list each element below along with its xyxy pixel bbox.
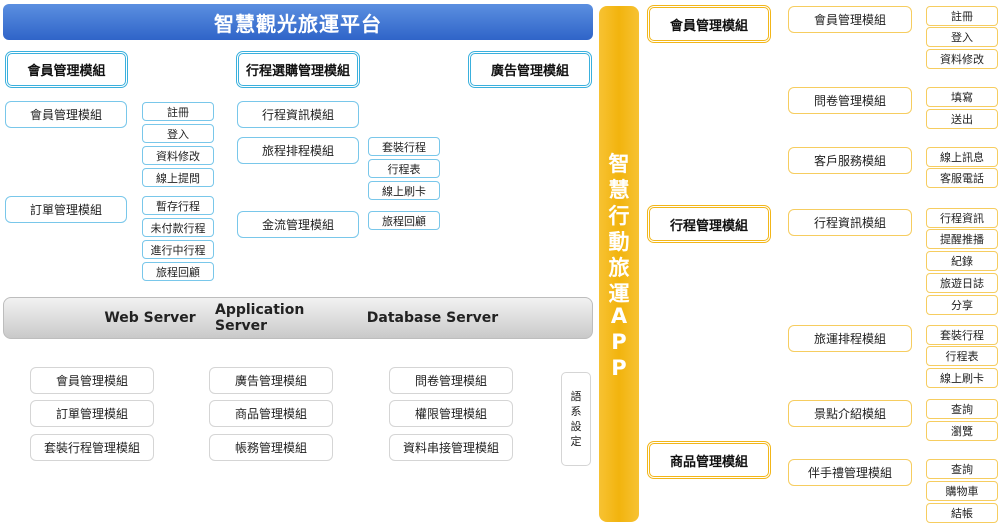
- app-gift-module[interactable]: 伴手禮管理模組: [788, 459, 912, 486]
- language-char: 語: [570, 390, 582, 403]
- app-gift-item-cart[interactable]: 購物車: [926, 481, 998, 501]
- app-attraction-module[interactable]: 景點介紹模組: [788, 400, 912, 427]
- platform-title: 智慧觀光旅運平台: [3, 4, 593, 40]
- payment-item-trip-review[interactable]: 旅程回顧: [368, 211, 440, 230]
- backend-data-integration-module[interactable]: 資料串接管理模組: [389, 434, 513, 461]
- schedule-item-online-payment[interactable]: 線上刷卡: [368, 181, 440, 200]
- member-item-register[interactable]: 註冊: [142, 102, 214, 121]
- header-trip-purchase-module[interactable]: 行程選購管理模組: [236, 51, 360, 88]
- header-ad-module[interactable]: 廣告管理模組: [468, 51, 592, 88]
- member-item-edit-profile[interactable]: 資料修改: [142, 146, 214, 165]
- app-member-item-register[interactable]: 註冊: [926, 6, 998, 26]
- order-item-saved-trip[interactable]: 暫存行程: [142, 196, 214, 215]
- app-trip-info-item-share[interactable]: 分享: [926, 295, 998, 315]
- backend-survey-module[interactable]: 問卷管理模組: [389, 367, 513, 394]
- trip-schedule-module[interactable]: 旅程排程模組: [237, 137, 359, 164]
- app-trip-info-item-journal[interactable]: 旅遊日誌: [926, 273, 998, 293]
- database-server-label: Database Server: [366, 310, 499, 326]
- app-survey-item-fill[interactable]: 填寫: [926, 87, 998, 107]
- app-schedule-item-package-tour[interactable]: 套裝行程: [926, 325, 998, 345]
- application-server-label: Application Server: [215, 302, 305, 334]
- trip-info-module[interactable]: 行程資訊模組: [237, 101, 359, 128]
- app-schedule-module[interactable]: 旅運排程模組: [788, 325, 912, 352]
- member-item-login[interactable]: 登入: [142, 124, 214, 143]
- backend-order-module[interactable]: 訂單管理模組: [30, 400, 154, 427]
- app-survey-module[interactable]: 問卷管理模組: [788, 87, 912, 114]
- language-setting-module[interactable]: 語 系 設 定: [561, 372, 591, 466]
- app-member-module[interactable]: 會員管理模組: [788, 6, 912, 33]
- backend-accounting-module[interactable]: 帳務管理模組: [209, 434, 333, 461]
- app-survey-item-submit[interactable]: 送出: [926, 109, 998, 129]
- backend-member-module[interactable]: 會員管理模組: [30, 367, 154, 394]
- app-trip-info-item-push[interactable]: 提醒推播: [926, 229, 998, 249]
- schedule-item-package-tour[interactable]: 套裝行程: [368, 137, 440, 156]
- web-server-label: Web Server: [104, 310, 196, 326]
- app-schedule-item-online-payment[interactable]: 線上刷卡: [926, 368, 998, 388]
- app-gift-item-search[interactable]: 查詢: [926, 459, 998, 479]
- app-attraction-item-search[interactable]: 查詢: [926, 399, 998, 419]
- member-management-module[interactable]: 會員管理模組: [5, 101, 127, 128]
- app-trip-info-item-record[interactable]: 紀錄: [926, 251, 998, 271]
- order-item-unpaid-trip[interactable]: 未付款行程: [142, 218, 214, 237]
- app-gift-item-checkout[interactable]: 結帳: [926, 503, 998, 523]
- language-char: 設: [570, 420, 582, 433]
- app-schedule-item-itinerary[interactable]: 行程表: [926, 346, 998, 366]
- backend-goods-module[interactable]: 商品管理模組: [209, 400, 333, 427]
- order-item-trip-review[interactable]: 旅程回顧: [142, 262, 214, 281]
- app-trip-info-item-info[interactable]: 行程資訊: [926, 208, 998, 228]
- app-header-trip-module[interactable]: 行程管理模組: [647, 205, 771, 243]
- order-management-module[interactable]: 訂單管理模組: [5, 196, 127, 223]
- payment-flow-module[interactable]: 金流管理模組: [237, 211, 359, 238]
- app-title-char: P: [611, 330, 627, 354]
- app-header-goods-module[interactable]: 商品管理模組: [647, 441, 771, 479]
- app-header-member-module[interactable]: 會員管理模組: [647, 5, 771, 43]
- schedule-item-itinerary[interactable]: 行程表: [368, 159, 440, 178]
- language-char: 系: [570, 405, 582, 418]
- member-item-online-question[interactable]: 線上提問: [142, 168, 214, 187]
- app-title-char: P: [611, 356, 627, 380]
- app-trip-info-module[interactable]: 行程資訊模組: [788, 209, 912, 236]
- backend-permission-module[interactable]: 權限管理模組: [389, 400, 513, 427]
- language-char: 定: [570, 435, 582, 448]
- order-item-ongoing-trip[interactable]: 進行中行程: [142, 240, 214, 259]
- app-service-item-online-message[interactable]: 線上訊息: [926, 147, 998, 167]
- header-member-module[interactable]: 會員管理模組: [5, 51, 128, 88]
- backend-package-tour-module[interactable]: 套裝行程管理模組: [30, 434, 154, 461]
- app-title-char: A: [610, 304, 628, 328]
- app-service-item-phone[interactable]: 客服電話: [926, 168, 998, 188]
- app-member-item-edit-profile[interactable]: 資料修改: [926, 49, 998, 69]
- app-customer-service-module[interactable]: 客戶服務模組: [788, 147, 912, 174]
- app-member-item-login[interactable]: 登入: [926, 27, 998, 47]
- app-attraction-item-browse[interactable]: 瀏覽: [926, 421, 998, 441]
- backend-ad-module[interactable]: 廣告管理模組: [209, 367, 333, 394]
